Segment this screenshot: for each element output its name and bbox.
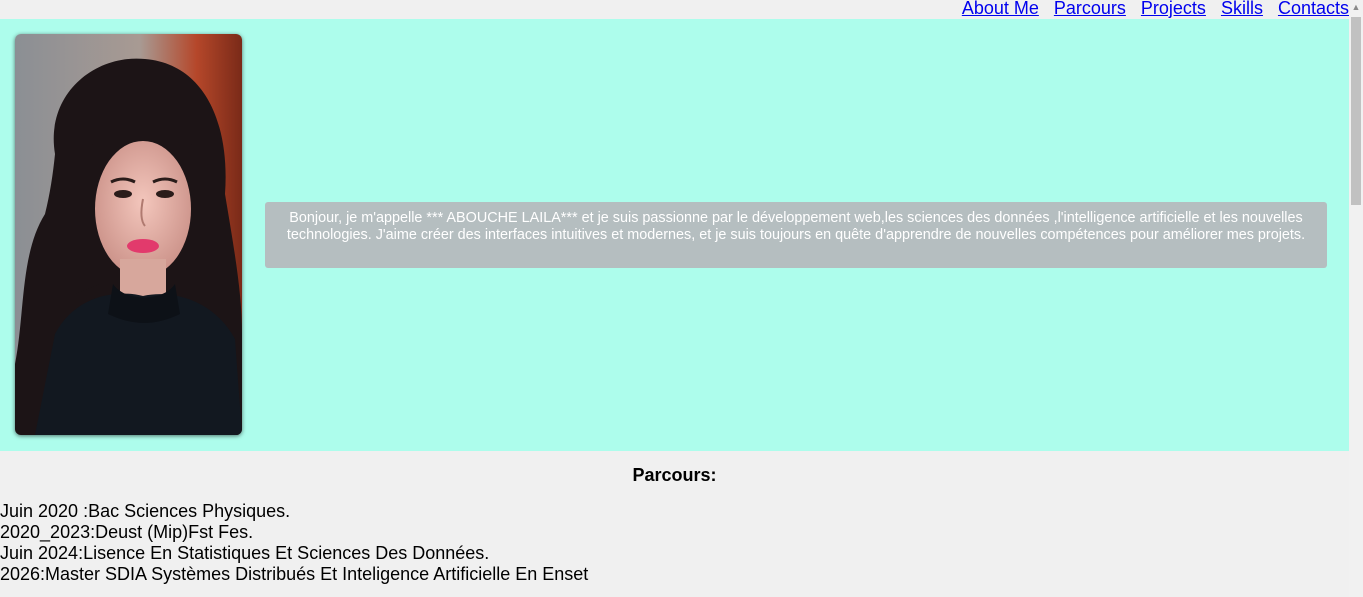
nav-link-parcours[interactable]: Parcours — [1054, 0, 1126, 19]
scroll-up-arrow-icon[interactable]: ▲ — [1349, 0, 1363, 14]
hero-section: Bonjour, je m'appelle *** ABOUCHE LAILA*… — [0, 19, 1349, 451]
top-nav: About Me Parcours Projects Skills Contac… — [947, 0, 1349, 19]
nav-link-contacts[interactable]: Contacts — [1278, 0, 1349, 19]
parcours-heading: Parcours: — [632, 465, 717, 485]
nav-link-about-me[interactable]: About Me — [962, 0, 1039, 19]
bio-text-box: Bonjour, je m'appelle *** ABOUCHE LAILA*… — [265, 202, 1327, 268]
page-viewport: About Me Parcours Projects Skills Contac… — [0, 0, 1349, 597]
nav-link-projects[interactable]: Projects — [1141, 0, 1206, 19]
parcours-item: 2026:Master SDIA Systèmes Distribués Et … — [0, 564, 589, 584]
profile-photo — [15, 34, 242, 435]
nav-link-skills[interactable]: Skills — [1221, 0, 1263, 19]
scrollbar-thumb[interactable] — [1351, 17, 1361, 205]
parcours-item: Juin 2020 :Bac Sciences Physiques. — [0, 501, 291, 521]
vertical-scrollbar[interactable]: ▲ — [1349, 0, 1363, 597]
parcours-item: 2020_2023:Deust (Mip)Fst Fes. — [0, 522, 254, 542]
parcours-list: Juin 2020 :Bac Sciences Physiques. 2020_… — [0, 501, 588, 585]
parcours-item: Juin 2024:Lisence En Statistiques Et Sci… — [0, 543, 490, 563]
